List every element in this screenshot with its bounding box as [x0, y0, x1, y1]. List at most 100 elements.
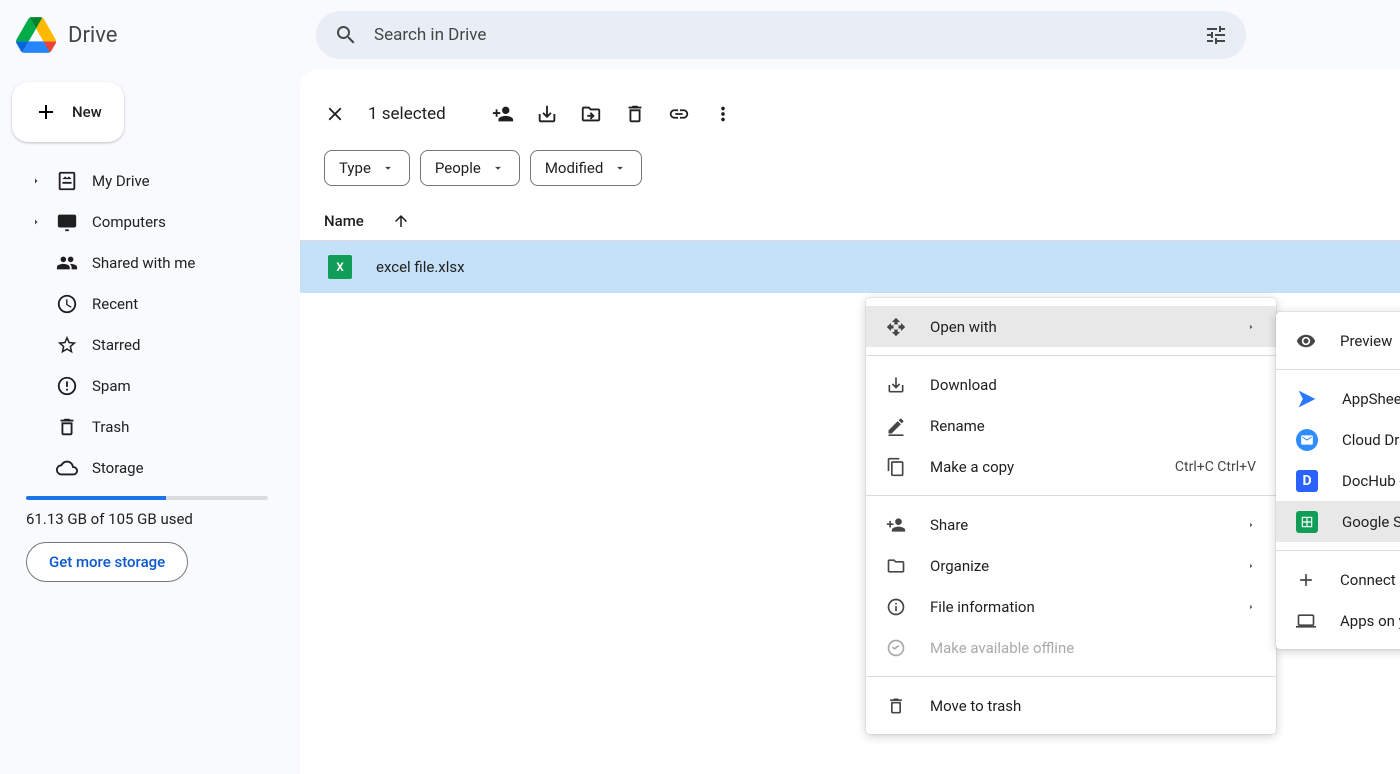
menu-label: Preview: [1340, 332, 1392, 350]
sidebar: New My Drive Computers Shared with me: [0, 70, 300, 774]
menu-rename[interactable]: Rename: [866, 405, 1276, 446]
info-icon: [886, 597, 906, 617]
dochub-icon: D: [1296, 470, 1318, 492]
gsheets-icon: [1296, 511, 1318, 533]
chevron-right-icon: [1246, 561, 1256, 571]
tune-icon[interactable]: [1204, 23, 1228, 47]
chevron-down-icon: [491, 161, 505, 175]
submenu-clouddrive[interactable]: Cloud Drive to Mail: [1276, 419, 1400, 460]
move-icon[interactable]: [580, 103, 602, 125]
trash-icon: [886, 696, 906, 716]
sidebar-item-spam[interactable]: Spam: [10, 365, 284, 406]
menu-trash[interactable]: Move to trash: [866, 685, 1276, 726]
menu-label: Open with: [930, 318, 997, 336]
star-icon: [56, 334, 78, 356]
get-more-storage-button[interactable]: Get more storage: [26, 542, 188, 582]
filter-modified[interactable]: Modified: [530, 150, 642, 186]
sidebar-item-label: Recent: [92, 295, 138, 313]
sidebar-item-shared[interactable]: Shared with me: [10, 242, 284, 283]
menu-label: AppSheet: [1342, 390, 1400, 408]
chevron-right-icon: [1246, 322, 1256, 332]
storage-progress: [26, 496, 268, 500]
clouddrive-icon: [1296, 429, 1318, 451]
file-row-selected[interactable]: X excel file.xlsx: [300, 241, 1400, 293]
new-button-label: New: [72, 103, 102, 121]
context-menu: Open with Download Rename Make a copy Ct…: [866, 298, 1276, 734]
excel-icon: X: [328, 255, 352, 279]
selection-toolbar: 1 selected: [300, 90, 1400, 138]
spam-icon: [56, 375, 78, 397]
folder-icon: [886, 556, 906, 576]
laptop-icon: [1296, 611, 1316, 631]
sidebar-item-label: Storage: [92, 459, 144, 477]
search-bar[interactable]: [316, 11, 1246, 59]
menu-label: Connect more apps: [1340, 571, 1400, 589]
filter-type[interactable]: Type: [324, 150, 410, 186]
file-name: excel file.xlsx: [376, 258, 465, 276]
sidebar-item-starred[interactable]: Starred: [10, 324, 284, 365]
menu-label: Rename: [930, 417, 985, 435]
sidebar-item-storage[interactable]: Storage: [10, 447, 284, 488]
drive-logo-icon: [16, 17, 56, 53]
menu-download[interactable]: Download: [866, 364, 1276, 405]
menu-make-copy[interactable]: Make a copy Ctrl+C Ctrl+V: [866, 446, 1276, 487]
menu-label: DocHub - PDF Sign and Edit: [1342, 472, 1400, 490]
chevron-down-icon: [613, 161, 627, 175]
menu-share[interactable]: Share: [866, 504, 1276, 545]
menu-label: Make available offline: [930, 639, 1074, 657]
sidebar-item-label: My Drive: [92, 172, 150, 190]
sidebar-item-recent[interactable]: Recent: [10, 283, 284, 324]
sidebar-item-computers[interactable]: Computers: [10, 201, 284, 242]
chevron-down-icon: [381, 161, 395, 175]
menu-label: Download: [930, 376, 997, 394]
menu-label: File information: [930, 598, 1035, 616]
plus-icon: [34, 100, 58, 124]
new-button[interactable]: New: [12, 82, 124, 142]
menu-open-with[interactable]: Open with: [866, 306, 1276, 347]
sort-arrow-up-icon[interactable]: [392, 212, 410, 230]
menu-file-info[interactable]: File information: [866, 586, 1276, 627]
my-drive-icon: [56, 170, 78, 192]
chevron-right-icon: [30, 175, 42, 187]
delete-icon[interactable]: [624, 103, 646, 125]
sidebar-item-my-drive[interactable]: My Drive: [10, 160, 284, 201]
selection-count: 1 selected: [368, 104, 446, 124]
storage-text: 61.13 GB of 105 GB used: [26, 510, 268, 528]
submenu-dochub[interactable]: D DocHub - PDF Sign and Edit: [1276, 460, 1400, 501]
plus-icon: [1296, 570, 1316, 590]
trash-icon: [56, 416, 78, 438]
submenu-gsheets[interactable]: Google Sheets: [1276, 501, 1400, 542]
sidebar-item-label: Spam: [92, 377, 131, 395]
submenu-preview[interactable]: Preview: [1276, 320, 1400, 361]
column-name: Name: [324, 212, 364, 230]
close-icon[interactable]: [324, 103, 346, 125]
rename-icon: [886, 416, 906, 436]
main-content: 1 selected Type People Modified Name X e…: [300, 70, 1400, 774]
column-header[interactable]: Name: [300, 202, 1400, 241]
share-icon: [886, 515, 906, 535]
logo-area[interactable]: Drive: [16, 17, 316, 53]
search-input[interactable]: [374, 25, 1204, 45]
offline-icon: [886, 638, 906, 658]
more-icon[interactable]: [712, 103, 734, 125]
submenu-computer[interactable]: Apps on your computer: [1276, 600, 1400, 641]
filter-people[interactable]: People: [420, 150, 520, 186]
submenu-appsheet[interactable]: AppSheet: [1276, 378, 1400, 419]
computers-icon: [56, 211, 78, 233]
menu-label: Cloud Drive to Mail: [1342, 431, 1400, 449]
chevron-right-icon: [1246, 602, 1256, 612]
open-with-icon: [886, 317, 906, 337]
share-icon[interactable]: [492, 103, 514, 125]
download-icon[interactable]: [536, 103, 558, 125]
appsheet-icon: [1296, 388, 1318, 410]
chevron-right-icon: [1246, 520, 1256, 530]
submenu-connect[interactable]: Connect more apps: [1276, 559, 1400, 600]
chevron-right-icon: [30, 216, 42, 228]
sidebar-item-trash[interactable]: Trash: [10, 406, 284, 447]
sidebar-item-label: Trash: [92, 418, 129, 436]
menu-organize[interactable]: Organize: [866, 545, 1276, 586]
menu-label: Move to trash: [930, 697, 1021, 715]
menu-label: Organize: [930, 557, 989, 575]
link-icon[interactable]: [668, 103, 690, 125]
menu-label: Make a copy: [930, 458, 1014, 476]
